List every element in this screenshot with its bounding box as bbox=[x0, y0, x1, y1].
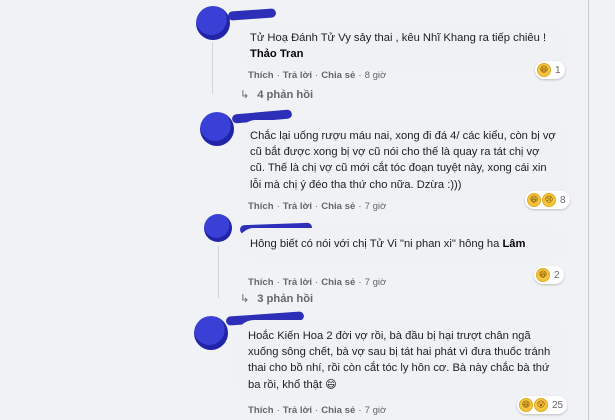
tagged-user-link[interactable]: Lâm bbox=[502, 238, 525, 250]
reaction-count: 1 bbox=[555, 64, 561, 76]
view-replies-link[interactable]: ↳ 3 phản hồi bbox=[240, 292, 314, 306]
thread-line bbox=[212, 42, 213, 94]
reply-button[interactable]: Trả lời bbox=[283, 201, 312, 212]
redacted-name bbox=[227, 8, 277, 21]
haha-icon: 😆 bbox=[527, 193, 541, 207]
timestamp[interactable]: 7 giờ bbox=[365, 405, 387, 416]
comment-bubble: Chắc lại uống rượu máu nai, xong đi đá 4… bbox=[238, 120, 568, 201]
avatar[interactable] bbox=[204, 214, 232, 242]
comment-actions: Thích · Trả lời · Chia sẻ · 8 giờ bbox=[248, 70, 387, 81]
share-button[interactable]: Chia sẻ bbox=[321, 405, 355, 416]
reaction-count: 2 bbox=[554, 269, 560, 281]
timestamp[interactable]: 7 giờ bbox=[365, 277, 387, 288]
comment-actions: Thích · Trả lời · Chia sẻ · 7 giờ bbox=[248, 201, 387, 212]
view-replies-link[interactable]: ↳ 4 phản hồi bbox=[240, 88, 314, 102]
comment-bubble: Hông biết có nói với chị Tử Vi "ni phan … bbox=[238, 228, 568, 261]
reply-arrow-icon: ↳ bbox=[240, 89, 250, 101]
reaction-summary[interactable]: 😆 1 bbox=[535, 61, 565, 79]
comment-text: Tử Hoạ Đánh Tử Vy sảy thai , kêu Nhĩ Kha… bbox=[250, 32, 547, 44]
thread-line bbox=[218, 246, 219, 298]
comment-bubble: Tử Hoạ Đánh Tử Vy sảy thai , kêu Nhĩ Kha… bbox=[238, 22, 568, 71]
share-button[interactable]: Chia sẻ bbox=[321, 201, 355, 212]
haha-icon: 😆 bbox=[536, 268, 550, 282]
reaction-summary[interactable]: 😆 😮 25 bbox=[517, 396, 568, 414]
share-button[interactable]: Chia sẻ bbox=[321, 277, 355, 288]
avatar[interactable] bbox=[200, 112, 234, 146]
timestamp[interactable]: 7 giờ bbox=[365, 201, 387, 212]
comment-actions: Thích · Trả lời · Chia sẻ · 7 giờ bbox=[248, 277, 387, 288]
wow-icon: 😮 bbox=[534, 398, 548, 412]
reply-count-label: 4 phản hồi bbox=[257, 88, 314, 101]
comment-text: Chắc lại uống rượu máu nai, xong đi đá 4… bbox=[250, 130, 556, 191]
like-button[interactable]: Thích bbox=[248, 201, 274, 212]
sad-icon: 😢 bbox=[542, 193, 556, 207]
comment-actions: Thích · Trả lời · Chia sẻ · 7 giờ bbox=[248, 405, 387, 416]
comment-bubble: Hoắc Kiến Hoa 2 đời vợ rồi, bà đầu bị hạ… bbox=[236, 320, 566, 401]
frame-border bbox=[588, 0, 589, 420]
reply-button[interactable]: Trả lời bbox=[283, 405, 312, 416]
reaction-count: 8 bbox=[560, 194, 566, 206]
tagged-user-link[interactable]: Thảo Tran bbox=[250, 48, 303, 60]
reaction-summary[interactable]: 😆 😢 8 bbox=[525, 191, 570, 209]
like-button[interactable]: Thích bbox=[248, 405, 274, 416]
haha-icon: 😆 bbox=[537, 63, 551, 77]
reply-count-label: 3 phản hồi bbox=[257, 292, 314, 305]
comment-text: Hoắc Kiến Hoa 2 đời vợ rồi, bà đầu bị hạ… bbox=[248, 330, 551, 391]
share-button[interactable]: Chia sẻ bbox=[321, 70, 355, 81]
haha-icon: 😆 bbox=[519, 398, 533, 412]
comment-text: Hông biết có nói với chị Tử Vi "ni phan … bbox=[250, 238, 500, 250]
reaction-summary[interactable]: 😆 2 bbox=[534, 266, 564, 284]
like-button[interactable]: Thích bbox=[248, 277, 274, 288]
avatar[interactable] bbox=[196, 6, 230, 40]
like-button[interactable]: Thích bbox=[248, 70, 274, 81]
avatar[interactable] bbox=[194, 316, 228, 350]
reply-button[interactable]: Trả lời bbox=[283, 70, 312, 81]
timestamp[interactable]: 8 giờ bbox=[365, 70, 387, 81]
reply-arrow-icon: ↳ bbox=[240, 293, 250, 305]
reaction-count: 25 bbox=[552, 399, 564, 411]
reply-button[interactable]: Trả lời bbox=[283, 277, 312, 288]
